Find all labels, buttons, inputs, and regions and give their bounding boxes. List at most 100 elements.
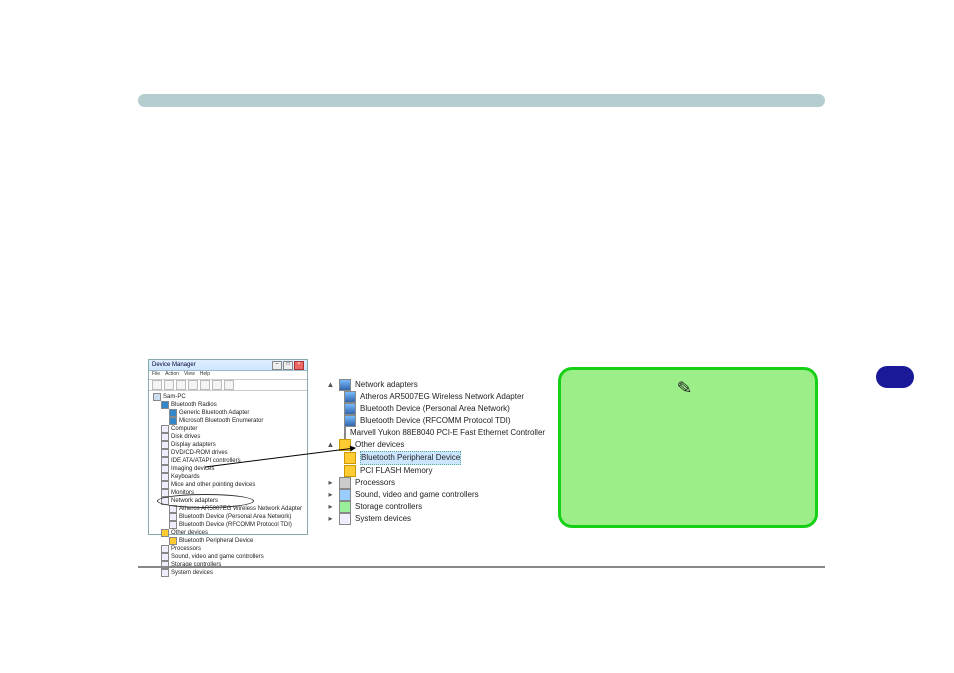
cpu-icon (339, 477, 351, 489)
tree-item-label: Microsoft Bluetooth Enumerator (179, 417, 263, 425)
tree-item-label: Marvell Yukon 88E8040 PCI-E Fast Etherne… (350, 427, 545, 439)
window-maximize-button[interactable]: □ (283, 361, 293, 370)
tree-root[interactable]: Sam-PC (153, 393, 307, 401)
tree-item-label: Imaging devices (171, 465, 214, 473)
network-icon (344, 391, 356, 403)
tree-item-label: Bluetooth Device (Personal Area Network) (179, 513, 291, 521)
tree-item-label: Other devices (355, 439, 404, 451)
tree-item-label: Generic Bluetooth Adapter (179, 409, 249, 417)
menu-action[interactable]: Action (165, 371, 179, 379)
tree-item-label: Bluetooth Radios (171, 401, 217, 409)
tree-item[interactable]: Generic Bluetooth Adapter (153, 409, 307, 417)
tree-item[interactable]: Mice and other pointing devices (153, 481, 307, 489)
menu-view[interactable]: View (184, 371, 195, 379)
tree-item-highlighted[interactable]: Bluetooth Peripheral Device (153, 537, 307, 545)
tree-item-label: Other devices (171, 529, 208, 537)
expand-icon[interactable]: ▸ (326, 501, 335, 513)
warning-icon (161, 529, 169, 537)
expand-icon[interactable]: ▸ (326, 513, 335, 525)
window-close-button[interactable]: × (294, 361, 304, 370)
tree-item[interactable]: Disk drives (153, 433, 307, 441)
warning-icon (344, 452, 356, 464)
storage-icon (339, 501, 351, 513)
bluetooth-icon (169, 409, 177, 417)
tree-item[interactable]: Sound, video and game controllers (153, 553, 307, 561)
tree-item-label: Bluetooth Device (RFCOMM Protocol TDI) (360, 415, 511, 427)
tree-item[interactable]: ▸ Storage controllers (322, 501, 542, 513)
tree-item[interactable]: Microsoft Bluetooth Enumerator (153, 417, 307, 425)
tree-item-label: Processors (355, 477, 395, 489)
device-icon (161, 465, 169, 473)
device-icon (161, 481, 169, 489)
window-titlebar[interactable]: Device Manager – □ × (149, 360, 307, 371)
device-icon (161, 553, 169, 561)
note-callout: ✎ (558, 367, 818, 528)
menu-file[interactable]: File (152, 371, 160, 379)
tree-item[interactable]: IDE ATA/ATAPI controllers (153, 457, 307, 465)
tree-item[interactable]: ▸ System devices (322, 513, 542, 525)
tree-item[interactable]: Atheros AR5007EG Wireless Network Adapte… (322, 391, 542, 403)
toolbar-button[interactable] (212, 380, 222, 390)
tree-item[interactable]: Keyboards (153, 473, 307, 481)
tree-item-label: Bluetooth Device (RFCOMM Protocol TDI) (179, 521, 292, 529)
expand-icon[interactable]: ▸ (326, 477, 335, 489)
side-tab (876, 366, 914, 388)
tree-item[interactable]: Bluetooth Device (RFCOMM Protocol TDI) (153, 521, 307, 529)
expand-icon[interactable]: ▸ (326, 489, 335, 501)
tree-item-label: Atheros AR5007EG Wireless Network Adapte… (360, 391, 524, 403)
tree-item[interactable]: Bluetooth Device (Personal Area Network) (322, 403, 542, 415)
tree-item[interactable]: Bluetooth Device (RFCOMM Protocol TDI) (322, 415, 542, 427)
tree-item-selected[interactable]: Bluetooth Peripheral Device (322, 451, 542, 465)
warning-icon (169, 537, 177, 545)
tree-item-label: Network adapters (355, 379, 418, 391)
tree-item[interactable]: DVD/CD-ROM drives (153, 449, 307, 457)
tree-item[interactable]: Bluetooth Radios (153, 401, 307, 409)
toolbar-button[interactable] (152, 380, 162, 390)
toolbar-button[interactable] (224, 380, 234, 390)
tree-item-label: DVD/CD-ROM drives (171, 449, 228, 457)
tree-item[interactable]: Computer (153, 425, 307, 433)
sound-icon (339, 489, 351, 501)
tree-item[interactable]: Other devices (153, 529, 307, 537)
menu-bar[interactable]: File Action View Help (149, 371, 307, 380)
toolbar-button[interactable] (200, 380, 210, 390)
warning-icon (339, 439, 351, 451)
tree-item[interactable]: PCI FLASH Memory (322, 465, 542, 477)
tree-item[interactable]: Processors (153, 545, 307, 553)
toolbar-button[interactable] (164, 380, 174, 390)
device-tree-small[interactable]: Sam-PC Bluetooth Radios Generic Bluetoot… (149, 391, 307, 579)
tree-item-label: Storage controllers (355, 501, 422, 513)
toolbar-button[interactable] (188, 380, 198, 390)
tree-item[interactable]: Display adapters (153, 441, 307, 449)
tree-item-label: PCI FLASH Memory (360, 465, 432, 477)
tree-item[interactable]: Imaging devices (153, 465, 307, 473)
device-manager-window-small: Device Manager – □ × File Action View He… (148, 359, 308, 535)
collapse-icon[interactable]: ▲ (326, 439, 335, 451)
network-icon (344, 403, 356, 415)
window-minimize-button[interactable]: – (272, 361, 282, 370)
device-manager-tree-detail: ▲ Network adapters Atheros AR5007EG Wirel… (322, 379, 542, 519)
toolbar-button[interactable] (176, 380, 186, 390)
tree-item[interactable]: System devices (153, 569, 307, 577)
warning-icon (344, 465, 356, 477)
tree-item-label: Display adapters (171, 441, 216, 449)
footer-divider (138, 566, 825, 568)
network-icon (339, 379, 351, 391)
tree-item[interactable]: ▲ Other devices (322, 439, 542, 451)
tree-item[interactable]: Marvell Yukon 88E8040 PCI-E Fast Etherne… (322, 427, 542, 439)
tree-item-label: Bluetooth Device (Personal Area Network) (360, 403, 510, 415)
tree-item[interactable]: ▸Sound, video and game controllers (322, 489, 542, 501)
tree-item-label: System devices (355, 513, 411, 525)
window-title: Device Manager (152, 362, 271, 368)
device-icon (161, 473, 169, 481)
tree-item[interactable]: Bluetooth Device (Personal Area Network) (153, 513, 307, 521)
pen-icon: ✎ (676, 377, 693, 399)
collapse-icon[interactable]: ▲ (326, 379, 335, 391)
device-icon (169, 513, 177, 521)
tree-item[interactable]: ▲ Network adapters (322, 379, 542, 391)
tree-item[interactable]: ▸ Processors (322, 477, 542, 489)
menu-help[interactable]: Help (200, 371, 210, 379)
bluetooth-icon (169, 417, 177, 425)
toolbar[interactable] (149, 380, 307, 391)
device-icon (161, 545, 169, 553)
